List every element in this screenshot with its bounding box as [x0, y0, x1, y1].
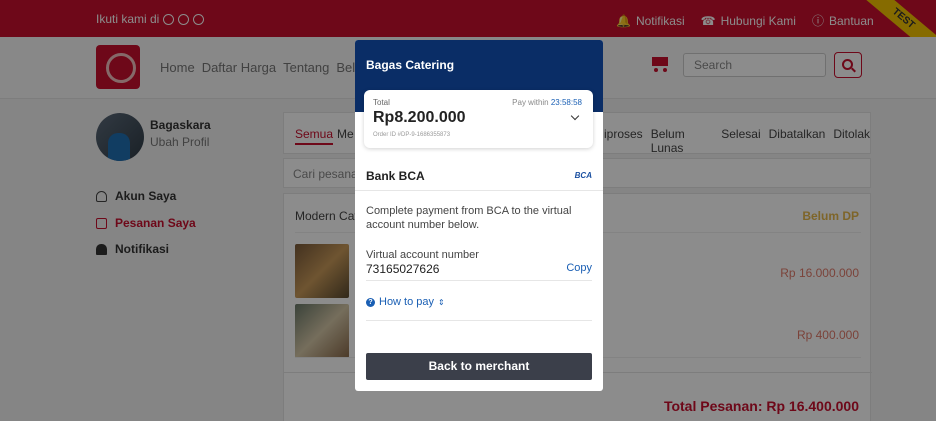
total-label: Total: [373, 98, 390, 107]
help-icon: ?: [366, 297, 375, 307]
bca-logo: BCA: [575, 171, 592, 180]
copy-button[interactable]: Copy: [566, 262, 592, 274]
merchant-name: Bagas Catering: [366, 58, 455, 72]
payment-modal: Bagas Catering Total Pay within 23:58:58…: [355, 40, 603, 391]
pay-within: Pay within 23:58:58: [512, 98, 582, 107]
bank-name: Bank BCA: [366, 169, 425, 183]
payment-instructions: Complete payment from BCA to the virtual…: [366, 205, 572, 231]
payment-amount: Rp8.200.000: [373, 109, 466, 126]
countdown-timer: 23:58:58: [550, 98, 582, 107]
va-label: Virtual account number: [366, 249, 479, 261]
order-id: Order ID #DP-9-1686355873: [373, 132, 451, 138]
back-to-merchant-button[interactable]: Back to merchant: [366, 353, 592, 380]
va-number: 73165027626: [366, 262, 440, 276]
bca-logo-text: BCA: [574, 171, 592, 180]
expand-icon: ⇕: [438, 297, 445, 307]
payment-summary-card[interactable]: Total Pay within 23:58:58 Rp8.200.000 Or…: [364, 90, 593, 148]
how-to-pay-toggle[interactable]: ? How to pay ⇕: [366, 296, 445, 308]
chevron-down-icon[interactable]: [570, 111, 580, 121]
